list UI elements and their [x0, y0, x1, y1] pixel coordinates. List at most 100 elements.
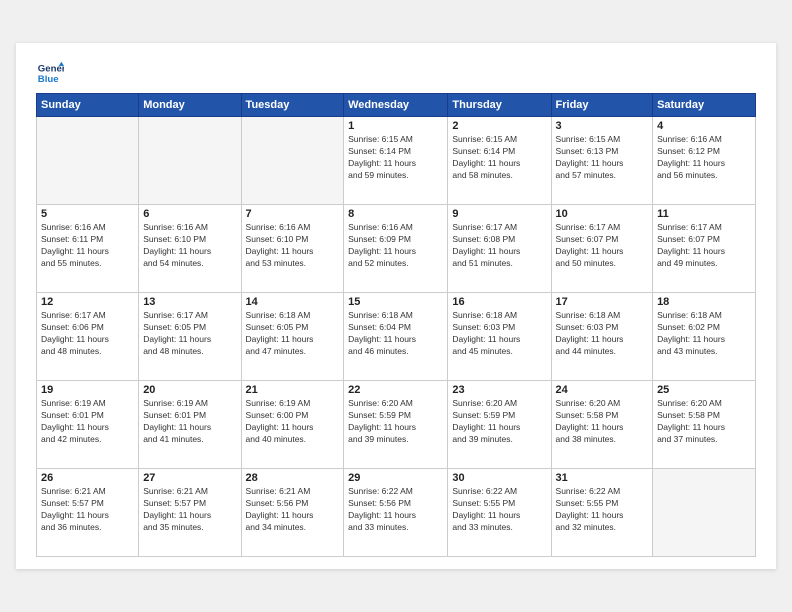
day-info: Sunrise: 6:18 AM Sunset: 6:03 PM Dayligh…: [452, 310, 546, 358]
day-number: 20: [143, 384, 236, 396]
day-number: 1: [348, 120, 443, 132]
day-cell: 12 Sunrise: 6:17 AM Sunset: 6:06 PM Dayli…: [37, 293, 139, 381]
day-cell: 28 Sunrise: 6:21 AM Sunset: 5:56 PM Dayli…: [241, 469, 344, 557]
day-number: 14: [246, 296, 340, 308]
day-cell: 1 Sunrise: 6:15 AM Sunset: 6:14 PM Daylig…: [344, 117, 448, 205]
day-cell: 13Sunrise: 6:17 AM Sunset: 6:05 PM Dayli…: [139, 293, 241, 381]
weekday-header-monday: Monday: [139, 94, 241, 117]
week-row-1: 1 Sunrise: 6:15 AM Sunset: 6:14 PM Daylig…: [37, 117, 756, 205]
day-cell: 23 Sunrise: 6:20 AM Sunset: 5:59 PM Dayli…: [448, 381, 551, 469]
day-cell: 15 Sunrise: 6:18 AM Sunset: 6:04 PM Dayli…: [344, 293, 448, 381]
header-area: General Blue: [36, 59, 756, 87]
day-cell: [139, 117, 241, 205]
logo-icon: General Blue: [36, 59, 64, 87]
day-info: Sunrise: 6:16 AM Sunset: 6:09 PM Dayligh…: [348, 222, 443, 270]
day-cell: 3 Sunrise: 6:15 AM Sunset: 6:13 PM Daylig…: [551, 117, 653, 205]
weekday-header-wednesday: Wednesday: [344, 94, 448, 117]
day-cell: 6 Sunrise: 6:16 AM Sunset: 6:10 PM Daylig…: [139, 205, 241, 293]
day-number: 17: [556, 296, 649, 308]
day-cell: 4 Sunrise: 6:16 AM Sunset: 6:12 PM Daylig…: [653, 117, 756, 205]
day-cell: 29 Sunrise: 6:22 AM Sunset: 5:56 PM Dayli…: [344, 469, 448, 557]
day-number: 7: [246, 208, 340, 220]
logo: General Blue: [36, 59, 68, 87]
day-info: Sunrise: 6:20 AM Sunset: 5:58 PM Dayligh…: [657, 398, 751, 446]
day-number: 22: [348, 384, 443, 396]
day-number: 8: [348, 208, 443, 220]
day-number: 19: [41, 384, 134, 396]
day-info: Sunrise: 6:19 AM Sunset: 6:01 PM Dayligh…: [41, 398, 134, 446]
calendar-container: General Blue SundayMondayTuesdayWednesda…: [16, 43, 776, 569]
day-info: Sunrise: 6:22 AM Sunset: 5:56 PM Dayligh…: [348, 486, 443, 534]
day-info: Sunrise: 6:17 AM Sunset: 6:07 PM Dayligh…: [657, 222, 751, 270]
day-number: 24: [556, 384, 649, 396]
day-number: 21: [246, 384, 340, 396]
day-info: Sunrise: 6:18 AM Sunset: 6:04 PM Dayligh…: [348, 310, 443, 358]
day-cell: 10Sunrise: 6:17 AM Sunset: 6:07 PM Dayli…: [551, 205, 653, 293]
day-cell: 31Sunrise: 6:22 AM Sunset: 5:55 PM Dayli…: [551, 469, 653, 557]
day-cell: 27 Sunrise: 6:21 AM Sunset: 5:57 PM Dayli…: [139, 469, 241, 557]
day-info: Sunrise: 6:17 AM Sunset: 6:07 PM Dayligh…: [556, 222, 649, 270]
day-cell: 21 Sunrise: 6:19 AM Sunset: 6:00 PM Dayli…: [241, 381, 344, 469]
week-row-5: 26 Sunrise: 6:21 AM Sunset: 5:57 PM Dayli…: [37, 469, 756, 557]
day-info: Sunrise: 6:15 AM Sunset: 6:14 PM Dayligh…: [348, 134, 443, 182]
weekday-header-friday: Friday: [551, 94, 653, 117]
day-number: 15: [348, 296, 443, 308]
day-cell: 2 Sunrise: 6:15 AM Sunset: 6:14 PM Daylig…: [448, 117, 551, 205]
day-number: 26: [41, 472, 134, 484]
day-cell: 24 Sunrise: 6:20 AM Sunset: 5:58 PM Dayli…: [551, 381, 653, 469]
day-info: Sunrise: 6:16 AM Sunset: 6:10 PM Dayligh…: [246, 222, 340, 270]
day-info: Sunrise: 6:20 AM Sunset: 5:59 PM Dayligh…: [348, 398, 443, 446]
week-row-4: 19 Sunrise: 6:19 AM Sunset: 6:01 PM Dayli…: [37, 381, 756, 469]
day-info: Sunrise: 6:15 AM Sunset: 6:14 PM Dayligh…: [452, 134, 546, 182]
day-info: Sunrise: 6:22 AM Sunset: 5:55 PM Dayligh…: [452, 486, 546, 534]
day-cell: 9 Sunrise: 6:17 AM Sunset: 6:08 PM Daylig…: [448, 205, 551, 293]
day-info: Sunrise: 6:21 AM Sunset: 5:57 PM Dayligh…: [41, 486, 134, 534]
day-cell: 16Sunrise: 6:18 AM Sunset: 6:03 PM Dayli…: [448, 293, 551, 381]
week-row-2: 5Sunrise: 6:16 AM Sunset: 6:11 PM Daylig…: [37, 205, 756, 293]
day-cell: [653, 469, 756, 557]
day-number: 2: [452, 120, 546, 132]
day-number: 25: [657, 384, 751, 396]
day-number: 11: [657, 208, 751, 220]
day-info: Sunrise: 6:20 AM Sunset: 5:59 PM Dayligh…: [452, 398, 546, 446]
day-info: Sunrise: 6:15 AM Sunset: 6:13 PM Dayligh…: [556, 134, 649, 182]
day-info: Sunrise: 6:20 AM Sunset: 5:58 PM Dayligh…: [556, 398, 649, 446]
day-number: 4: [657, 120, 751, 132]
day-cell: 14 Sunrise: 6:18 AM Sunset: 6:05 PM Dayli…: [241, 293, 344, 381]
day-number: 31: [556, 472, 649, 484]
day-info: Sunrise: 6:17 AM Sunset: 6:08 PM Dayligh…: [452, 222, 546, 270]
day-cell: [37, 117, 139, 205]
weekday-header-saturday: Saturday: [653, 94, 756, 117]
day-number: 23: [452, 384, 546, 396]
day-info: Sunrise: 6:18 AM Sunset: 6:02 PM Dayligh…: [657, 310, 751, 358]
week-row-3: 12 Sunrise: 6:17 AM Sunset: 6:06 PM Dayli…: [37, 293, 756, 381]
day-info: Sunrise: 6:21 AM Sunset: 5:56 PM Dayligh…: [246, 486, 340, 534]
day-info: Sunrise: 6:17 AM Sunset: 6:06 PM Dayligh…: [41, 310, 134, 358]
day-number: 6: [143, 208, 236, 220]
day-info: Sunrise: 6:19 AM Sunset: 6:00 PM Dayligh…: [246, 398, 340, 446]
day-number: 9: [452, 208, 546, 220]
weekday-header-tuesday: Tuesday: [241, 94, 344, 117]
day-info: Sunrise: 6:16 AM Sunset: 6:12 PM Dayligh…: [657, 134, 751, 182]
day-number: 27: [143, 472, 236, 484]
day-number: 28: [246, 472, 340, 484]
day-info: Sunrise: 6:17 AM Sunset: 6:05 PM Dayligh…: [143, 310, 236, 358]
day-info: Sunrise: 6:18 AM Sunset: 6:03 PM Dayligh…: [556, 310, 649, 358]
day-cell: 20 Sunrise: 6:19 AM Sunset: 6:01 PM Dayli…: [139, 381, 241, 469]
svg-text:Blue: Blue: [38, 74, 59, 85]
day-cell: 25 Sunrise: 6:20 AM Sunset: 5:58 PM Dayli…: [653, 381, 756, 469]
day-number: 12: [41, 296, 134, 308]
day-number: 3: [556, 120, 649, 132]
day-cell: 26 Sunrise: 6:21 AM Sunset: 5:57 PM Dayli…: [37, 469, 139, 557]
day-cell: [241, 117, 344, 205]
day-info: Sunrise: 6:21 AM Sunset: 5:57 PM Dayligh…: [143, 486, 236, 534]
day-info: Sunrise: 6:19 AM Sunset: 6:01 PM Dayligh…: [143, 398, 236, 446]
day-info: Sunrise: 6:18 AM Sunset: 6:05 PM Dayligh…: [246, 310, 340, 358]
day-cell: 7 Sunrise: 6:16 AM Sunset: 6:10 PM Daylig…: [241, 205, 344, 293]
day-cell: 19 Sunrise: 6:19 AM Sunset: 6:01 PM Dayli…: [37, 381, 139, 469]
day-cell: 22 Sunrise: 6:20 AM Sunset: 5:59 PM Dayli…: [344, 381, 448, 469]
day-info: Sunrise: 6:16 AM Sunset: 6:10 PM Dayligh…: [143, 222, 236, 270]
day-cell: 11 Sunrise: 6:17 AM Sunset: 6:07 PM Dayli…: [653, 205, 756, 293]
weekday-header-thursday: Thursday: [448, 94, 551, 117]
day-number: 29: [348, 472, 443, 484]
